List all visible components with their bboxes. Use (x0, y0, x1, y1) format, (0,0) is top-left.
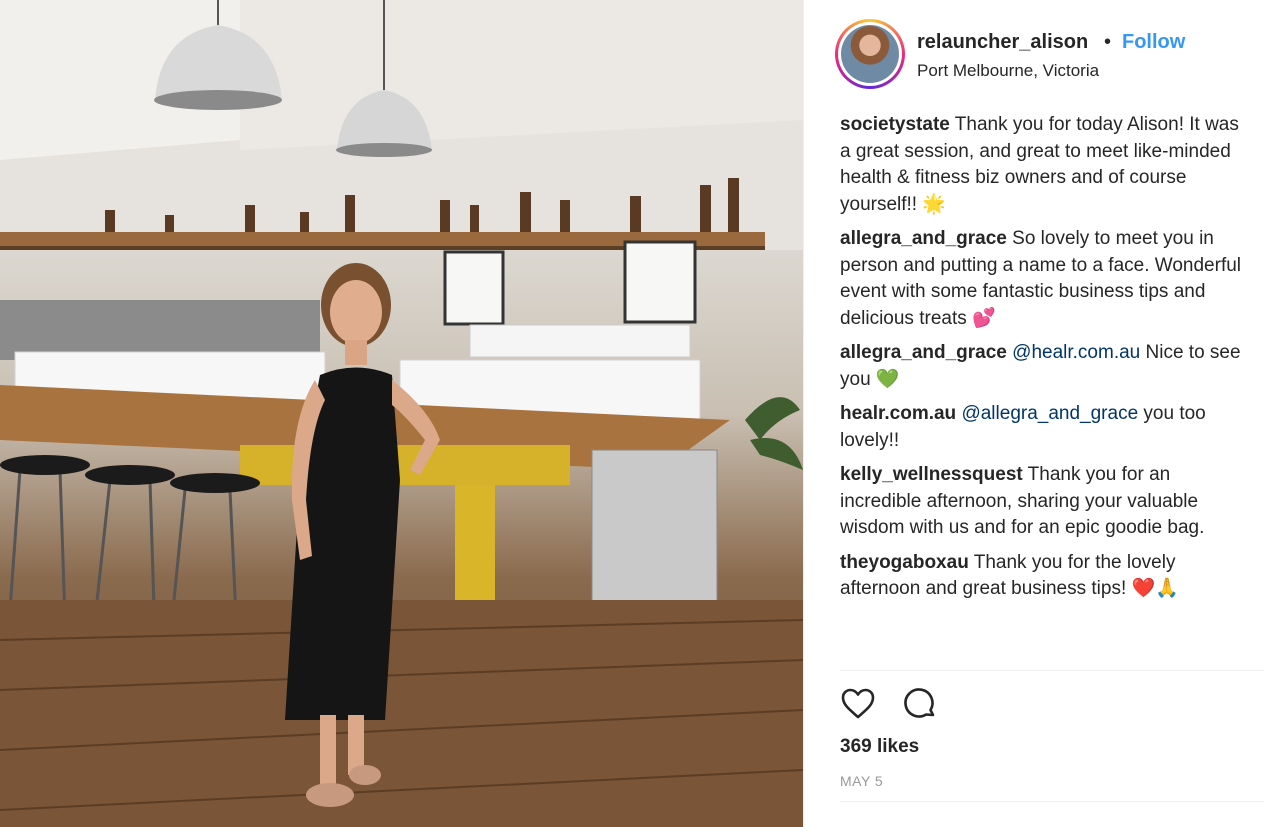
post-date: MAY 5 (840, 773, 884, 789)
divider (840, 670, 1264, 671)
action-bar (840, 686, 1040, 726)
divider (840, 801, 1264, 802)
heart-icon[interactable] (840, 686, 876, 722)
comment-author[interactable]: theyogaboxau (840, 552, 969, 573)
post-photo[interactable] (0, 0, 803, 827)
post-location[interactable]: Port Melbourne, Victoria (917, 61, 1099, 81)
comment-item: allegra_and_grace So lovely to meet you … (840, 226, 1250, 332)
comment-item: societystate Thank you for today Alison!… (840, 112, 1250, 218)
comment-author[interactable]: kelly_wellnessquest (840, 464, 1023, 485)
comment-mention[interactable]: @allegra_and_grace (961, 403, 1138, 424)
avatar[interactable] (841, 25, 899, 83)
comment-author[interactable]: healr.com.au (840, 403, 956, 424)
post-username[interactable]: relauncher_alison (917, 31, 1088, 54)
avatar-border (838, 22, 902, 86)
post-header: relauncher_alison • Follow Port Melbourn… (804, 0, 1280, 108)
like-count[interactable]: 369 likes (840, 736, 919, 758)
comment-item: kelly_wellnessquest Thank you for an inc… (840, 462, 1250, 542)
comment-icon-svg (904, 688, 935, 718)
comment-author[interactable]: allegra_and_grace (840, 228, 1007, 249)
separator-dot: • (1104, 31, 1112, 53)
comment-author[interactable]: societystate (840, 114, 950, 135)
comment-item: healr.com.au @allegra_and_grace you too … (840, 401, 1250, 454)
post-sidebar: relauncher_alison • Follow Port Melbourn… (803, 0, 1280, 827)
follow-button[interactable]: Follow (1122, 31, 1185, 54)
comment-item: allegra_and_grace @healr.com.au Nice to … (840, 340, 1250, 393)
story-ring[interactable] (835, 19, 905, 89)
comment-author[interactable]: allegra_and_grace (840, 342, 1007, 363)
comment-list: societystate Thank you for today Alison!… (840, 112, 1250, 611)
comment-item: theyogaboxau Thank you for the lovely af… (840, 550, 1250, 603)
heart-icon-svg (841, 688, 875, 719)
post-photo-illustration (0, 0, 803, 827)
comment-mention[interactable]: @healr.com.au (1012, 342, 1140, 363)
comment-icon[interactable] (902, 686, 938, 722)
